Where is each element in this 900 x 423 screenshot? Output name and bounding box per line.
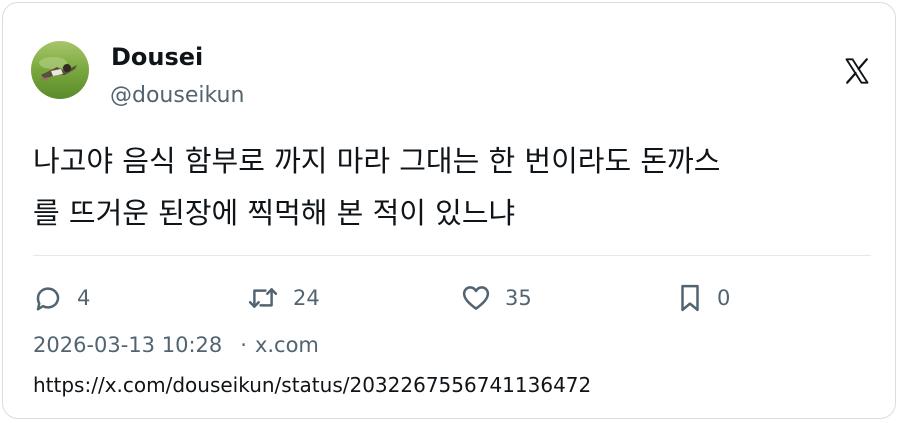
author-name[interactable]: Dousei — [111, 43, 203, 71]
tweet-text-line: 나고야 음식 함부로 까지 마라 그대는 한 번이라도 돈까스 — [33, 144, 721, 178]
divider — [33, 255, 871, 256]
speech-bubble-icon — [33, 283, 63, 313]
meta-separator: · — [240, 333, 247, 357]
status-url[interactable]: https://x.com/douseikun/status/203226755… — [33, 373, 591, 397]
tweet-text-line: 를 뜨거운 된장에 찍먹해 본 적이 있느냐 — [33, 196, 516, 230]
author-handle[interactable]: @douseikun — [110, 83, 244, 108]
bookmark-icon — [677, 283, 703, 313]
source-domain[interactable]: x.com — [255, 333, 319, 357]
timestamp[interactable]: 2026-03-13 10:28 — [33, 333, 222, 357]
x-logo-icon[interactable] — [843, 57, 871, 85]
like-count: 35 — [505, 286, 532, 310]
tweet-card: Dousei @douseikun 나고야 음식 함부로 까지 마라 그대는 한… — [2, 2, 896, 419]
avatar-image — [31, 41, 89, 99]
heart-icon — [461, 283, 491, 313]
retweet-button[interactable]: 24 — [247, 281, 320, 315]
retweet-arrows-icon — [247, 283, 279, 313]
bookmark-count: 0 — [717, 286, 731, 310]
retweet-count: 24 — [293, 286, 320, 310]
avatar[interactable] — [31, 41, 89, 99]
reply-count: 4 — [77, 286, 91, 310]
reply-button[interactable]: 4 — [33, 281, 90, 315]
tweet-text: 나고야 음식 함부로 까지 마라 그대는 한 번이라도 돈까스 를 뜨거운 된장… — [33, 135, 873, 239]
tweet-meta: 2026-03-13 10:28 · x.com — [33, 333, 319, 357]
like-button[interactable]: 35 — [461, 281, 532, 315]
bookmark-button[interactable]: 0 — [677, 281, 730, 315]
